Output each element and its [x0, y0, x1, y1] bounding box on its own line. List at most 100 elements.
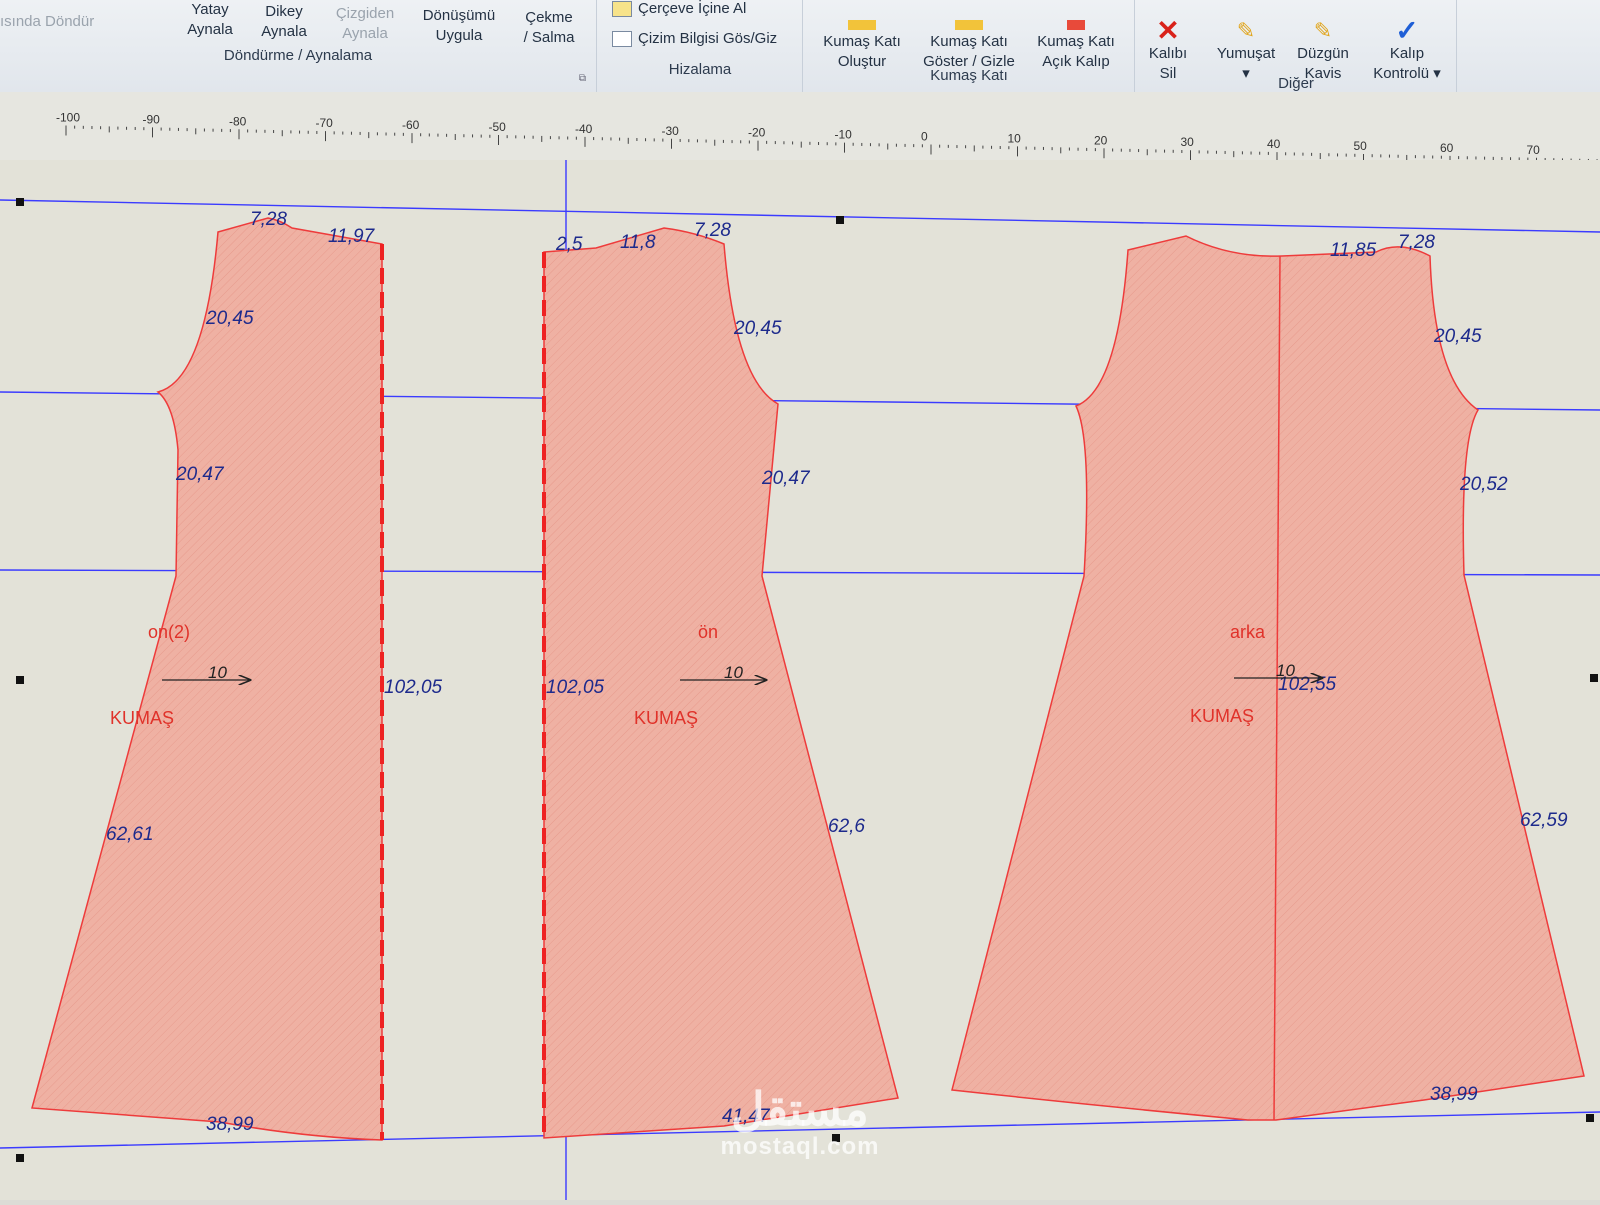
ruler-tick-label: 10 [1008, 131, 1022, 145]
piece-name-label: on(2) [148, 622, 190, 642]
delete-x-icon: ✕ [1156, 15, 1180, 46]
ruler-tick-label: -70 [316, 116, 334, 130]
piece-name-label: arka [1230, 622, 1266, 642]
drawing-info-toggle-button[interactable]: Çizim Bilgisi Gös/Giz [612, 30, 778, 48]
ruler-tick-label: 70 [1527, 143, 1541, 157]
measure-hem: 38,99 [206, 1114, 254, 1135]
group-title-dondurme: Döndürme / Aynalama [223, 47, 373, 64]
open-pattern-icon [1067, 20, 1085, 30]
delete-pattern-button[interactable]: ✕ Kalıbı Sil [1138, 0, 1198, 84]
measure-side-upper: 20,47 [761, 468, 811, 489]
apply-transform-button[interactable]: Dönüşümü Uygula [414, 6, 504, 46]
ruler-tick-label: 50 [1354, 139, 1368, 153]
fabric-label: KUMAŞ [1190, 706, 1254, 726]
group-title-hizalama: Hizalama [668, 61, 732, 78]
toggle-fabric-layer-label: Kumaş Katı Göster / Gizle [923, 33, 1015, 70]
group-kumas-kati: Kumaş Katı Oluştur Kumaş Katı Göster / G… [804, 0, 1135, 92]
ruler-tick-label: -50 [489, 120, 507, 134]
ruler-tick-label: -100 [56, 110, 80, 124]
ruler-tick-label: 0 [921, 129, 928, 143]
measure-neck: 11,8 [620, 232, 656, 253]
create-fabric-layer-label: Kumaş Katı Oluştur [823, 33, 901, 70]
measure-armhole: 20,45 [205, 308, 254, 329]
pull-release-button[interactable]: Çekme / Salma [514, 8, 584, 48]
ruler-tick-label: 20 [1094, 133, 1108, 147]
line-mirror-button[interactable]: Çizgiden Aynala [328, 4, 402, 44]
fit-frame-button[interactable]: Çerçeve İçine Al [612, 0, 747, 18]
measure-side-upper: 20,47 [175, 464, 225, 485]
pattern-piece-arka[interactable]: 11,85 7,28 20,45 20,52 102,55 62,59 38,9… [951, 232, 1585, 1121]
selection-handle[interactable] [16, 198, 24, 206]
measure-side-lower: 62,6 [828, 816, 865, 837]
ruler-svg: -100 -90 -80 -70 -60 -50 -40 -30 -20 -10 0 10 20 30 40… [56, 110, 1598, 168]
drawing-info-label: Çizim Bilgisi Gös/Giz [638, 30, 778, 47]
ruler-tick-label: 60 [1440, 141, 1454, 155]
ruler-tick-label: -60 [402, 118, 420, 132]
open-pattern-fabric-label: Kumaş Katı Açık Kalıp [1037, 33, 1115, 70]
measure-fold-length: 102,05 [384, 677, 443, 698]
measure-armhole: 20,45 [733, 318, 782, 339]
straight-curve-button[interactable]: ✎ Düzgün Kavis [1288, 0, 1358, 84]
dialog-launcher-icon[interactable]: ⧉ [579, 73, 586, 84]
rotate-partial-button[interactable]: ısında Döndür [0, 12, 160, 32]
piece-name-label: ön [698, 622, 718, 642]
measure-neck: 11,85 [1330, 240, 1377, 261]
curve-pencil-icon: ✎ [1313, 18, 1333, 43]
watermark-arabic: مستقل [731, 1083, 869, 1135]
smooth-pencil-icon: ✎ [1236, 18, 1256, 43]
selection-handle[interactable] [1590, 674, 1598, 682]
measure-fold-length: 102,05 [546, 677, 605, 698]
open-pattern-fabric-button[interactable]: Kumaş Katı Açık Kalıp [1026, 0, 1126, 72]
watermark-logo: مستقل mostaql.com [700, 1085, 900, 1161]
ruler-tick-label: 40 [1267, 137, 1281, 151]
measure-side-upper: 20,52 [1459, 474, 1508, 495]
measure-neck: 11,97 [328, 226, 376, 247]
grainline-label: 10 [724, 663, 743, 682]
canvas-svg: 7,28 11,97 20,45 20,47 102,05 62,61 38,9… [0, 152, 1600, 1200]
group-diger: ✕ Kalıbı Sil ✎ Yumuşat ▾ ✎ Düzgün Kavis ✓ Ka… [1136, 0, 1457, 92]
fabric-layer-toggle-icon [955, 20, 983, 30]
create-fabric-layer-button[interactable]: Kumaş Katı Oluştur [814, 0, 910, 72]
selection-handle[interactable] [836, 216, 844, 224]
measure-hem: 38,99 [1430, 1084, 1478, 1105]
selection-handle[interactable] [1586, 1114, 1594, 1122]
pattern-piece-on2[interactable]: 7,28 11,97 20,45 20,47 102,05 62,61 38,9… [31, 209, 443, 1141]
ruler-ticks: -100 -90 -80 -70 -60 -50 -40 -30 -20 -10 0 10 20 30 40… [56, 110, 1598, 168]
ribbon-toolbar: ısında Döndür Yatay Aynala Dikey Aynala … [0, 0, 1600, 93]
ruler-tick-label: -90 [143, 112, 161, 126]
ruler-tick-label: -40 [575, 122, 593, 136]
ruler-tick-label: 30 [1181, 135, 1195, 149]
horizontal-ruler: -100 -90 -80 -70 -60 -50 -40 -30 -20 -10 0 10 20 30 40… [0, 92, 1600, 168]
horizontal-mirror-button[interactable]: Yatay Aynala [180, 0, 240, 40]
measure-shoulder: 7,28 [1398, 232, 1435, 253]
selection-handle[interactable] [16, 1154, 24, 1162]
ruler-tick-label: -10 [835, 128, 853, 142]
vertical-mirror-button[interactable]: Dikey Aynala [254, 2, 314, 42]
ruler-tick-label: -80 [229, 114, 247, 128]
group-title-diger: Diğer [1278, 75, 1314, 92]
drawing-info-icon [612, 31, 632, 48]
frame-icon [612, 1, 632, 18]
grainline-label: 10 [208, 663, 227, 682]
watermark-latin: mostaql.com [720, 1133, 880, 1160]
measure-neck-small: 2,5 [555, 234, 583, 255]
selection-handle[interactable] [16, 676, 24, 684]
fit-frame-label: Çerçeve İçine Al [638, 0, 747, 17]
measure-shoulder: 7,28 [694, 220, 731, 241]
fabric-label: KUMAŞ [634, 708, 698, 728]
grainline-label: 10 [1276, 661, 1295, 680]
group-hizalama: Çerçeve İçine Al Çizim Bilgisi Gös/Giz H… [598, 0, 803, 92]
measure-side-lower: 62,61 [106, 824, 154, 845]
pattern-piece-on[interactable]: 2,5 11,8 7,28 20,45 20,47 102,05 62,6 41… [542, 220, 899, 1139]
pattern-canvas[interactable]: 7,28 11,97 20,45 20,47 102,05 62,61 38,9… [0, 152, 1600, 1200]
ruler-tick-label: -30 [662, 124, 680, 138]
ruler-tick-label: -20 [748, 126, 766, 140]
fabric-layer-icon [848, 20, 876, 30]
measure-side-lower: 62,59 [1520, 810, 1568, 831]
toggle-fabric-layer-button[interactable]: Kumaş Katı Göster / Gizle [916, 0, 1022, 72]
group-dondurme-aynalama: ısında Döndür Yatay Aynala Dikey Aynala … [0, 0, 597, 92]
measure-shoulder: 7,28 [250, 209, 287, 230]
pattern-check-button[interactable]: ✓ Kalıp Kontrolü ▾ [1362, 0, 1452, 84]
fabric-label: KUMAŞ [110, 708, 174, 728]
smooth-button[interactable]: ✎ Yumuşat ▾ [1208, 0, 1284, 84]
